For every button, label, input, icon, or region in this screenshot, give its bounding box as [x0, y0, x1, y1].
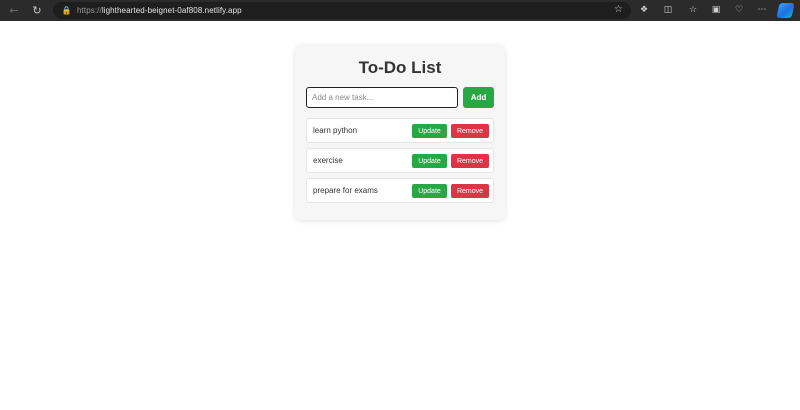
browser-toolbar: ← ↻ 🔒 https://lighthearted-beignet-0af80… — [0, 0, 800, 21]
more-icon[interactable]: ⋯ — [756, 4, 768, 16]
task-text: learn python — [313, 126, 358, 135]
task-item: learn python Update Remove — [306, 118, 494, 143]
task-text: prepare for exams — [313, 186, 378, 195]
star-icon[interactable]: ☆ — [614, 4, 623, 15]
task-text: exercise — [313, 156, 343, 165]
task-item: prepare for exams Update Remove — [306, 178, 494, 203]
remove-button[interactable]: Remove — [451, 124, 489, 138]
page-title: To-Do List — [358, 58, 442, 77]
copilot-icon[interactable] — [776, 3, 795, 18]
url-text[interactable]: https://lighthearted-beignet-0af808.netl… — [77, 6, 242, 15]
split-screen-icon[interactable]: ◫ — [662, 4, 674, 16]
address-bar[interactable]: 🔒 https://lighthearted-beignet-0af808.ne… — [53, 2, 631, 19]
extensions-icon[interactable]: ❖ — [638, 4, 650, 16]
task-item: exercise Update Remove — [306, 148, 494, 173]
todo-card: To-Do List Add learn python Update Remov… — [295, 45, 505, 220]
browser-essentials-icon[interactable]: ♡ — [733, 4, 745, 16]
remove-button[interactable]: Remove — [451, 184, 489, 198]
back-arrow-icon[interactable]: ← — [7, 3, 21, 17]
update-button[interactable]: Update — [412, 124, 447, 138]
favorites-icon[interactable]: ☆ — [687, 4, 699, 16]
remove-button[interactable]: Remove — [451, 154, 489, 168]
update-button[interactable]: Update — [412, 154, 447, 168]
reload-icon[interactable]: ↻ — [30, 3, 44, 17]
collections-icon[interactable]: ▣ — [710, 4, 722, 16]
add-task-button[interactable]: Add — [463, 87, 494, 108]
new-task-input[interactable] — [306, 87, 458, 108]
task-list: learn python Update Remove exercise Upda… — [306, 118, 494, 208]
update-button[interactable]: Update — [412, 184, 447, 198]
lock-icon[interactable]: 🔒 — [62, 6, 72, 15]
